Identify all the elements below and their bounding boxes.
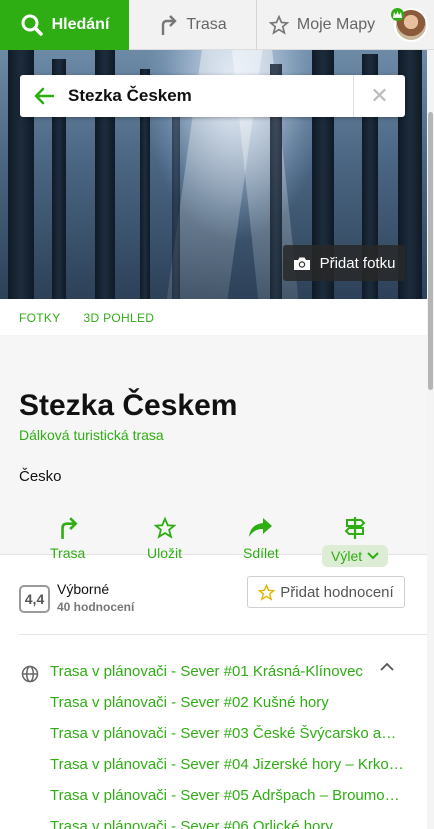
add-photo-button[interactable]: Přidat fotku	[283, 245, 405, 281]
trail-link[interactable]: Trasa v plánovači - Sever #01 Krásná-Klí…	[50, 663, 375, 680]
place-detail-panel: FOTKY 3D POHLED Stezka Českem Dálková tu…	[0, 299, 427, 829]
tab-search-label: Hledání	[51, 16, 110, 33]
chevron-up-icon[interactable]	[380, 662, 394, 671]
add-rating-button[interactable]: Přidat hodnocení	[247, 576, 405, 608]
search-box: Stezka Českem ✕	[20, 75, 405, 117]
search-icon	[21, 14, 43, 36]
trail-link[interactable]: Trasa v plánovači - Sever #04 Jizerské h…	[50, 756, 405, 773]
star-outline-icon	[153, 516, 176, 539]
tab-route[interactable]: Trasa	[129, 0, 257, 50]
route-turn-icon	[60, 517, 78, 539]
trip-button[interactable]: Výlet	[322, 516, 389, 567]
place-header: Stezka Českem Dálková turistická trasa Č…	[0, 335, 427, 567]
scrollbar-thumb[interactable]	[428, 112, 433, 390]
trail-link[interactable]: Trasa v plánovači - Sever #03 České Švýc…	[50, 725, 398, 742]
back-button[interactable]	[20, 75, 68, 117]
trail-link[interactable]: Trasa v plánovači - Sever #05 Adršpach –…	[50, 787, 400, 804]
route-button[interactable]: Trasa	[50, 516, 85, 561]
camera-icon	[293, 257, 310, 270]
close-icon: ✕	[370, 83, 389, 108]
tab-route-label: Trasa	[186, 16, 227, 33]
save-button[interactable]: Uložit	[147, 516, 182, 561]
globe-icon	[21, 665, 39, 683]
trip-label: Výlet	[331, 548, 363, 564]
share-button[interactable]: Sdílet	[243, 516, 279, 561]
divider	[19, 634, 427, 635]
scrollbar[interactable]	[427, 50, 434, 829]
arrow-left-icon	[34, 87, 54, 105]
tab-photos[interactable]: FOTKY	[19, 311, 61, 325]
star-icon	[268, 15, 289, 35]
trip-dropdown[interactable]: Výlet	[322, 545, 389, 567]
premium-crown-icon	[391, 8, 404, 21]
share-label: Sdílet	[243, 545, 279, 561]
add-photo-label: Přidat fotku	[319, 254, 396, 272]
rating-grade: Výborné	[57, 581, 110, 597]
tab-3d-view[interactable]: 3D POHLED	[84, 311, 155, 325]
search-input[interactable]: Stezka Českem	[68, 86, 353, 106]
chevron-down-icon	[367, 552, 379, 560]
page-title: Stezka Českem	[19, 389, 238, 422]
route-label: Trasa	[50, 545, 86, 561]
rating-section: 4,4 Výborné 40 hodnocení Přidat hodnocen…	[0, 575, 427, 623]
top-navigation: Hledání Trasa Moje Mapy	[0, 0, 434, 50]
rating-score-badge: 4,4	[19, 585, 50, 613]
user-menu[interactable]	[387, 0, 434, 49]
signpost-icon	[344, 517, 366, 539]
trail-link[interactable]: Trasa v plánovači - Sever #06 Orlické ho…	[50, 818, 406, 829]
media-tabs: FOTKY 3D POHLED	[19, 311, 154, 325]
route-turn-icon	[162, 15, 178, 35]
share-arrow-icon	[248, 518, 272, 537]
rating-count[interactable]: 40 hodnocení	[57, 600, 134, 614]
tab-search[interactable]: Hledání	[0, 0, 129, 50]
place-category-link[interactable]: Dálková turistická trasa	[19, 427, 164, 443]
save-label: Uložit	[147, 545, 183, 561]
tab-my-maps[interactable]: Moje Mapy	[257, 0, 387, 50]
add-rating-label: Přidat hodnocení	[280, 583, 394, 601]
star-outline-icon	[258, 583, 276, 601]
trail-link[interactable]: Trasa v plánovači - Sever #02 Kušné hory	[50, 694, 406, 711]
clear-button[interactable]: ✕	[353, 75, 405, 117]
tab-my-maps-label: Moje Mapy	[296, 16, 376, 33]
place-location: Česko	[19, 468, 62, 485]
